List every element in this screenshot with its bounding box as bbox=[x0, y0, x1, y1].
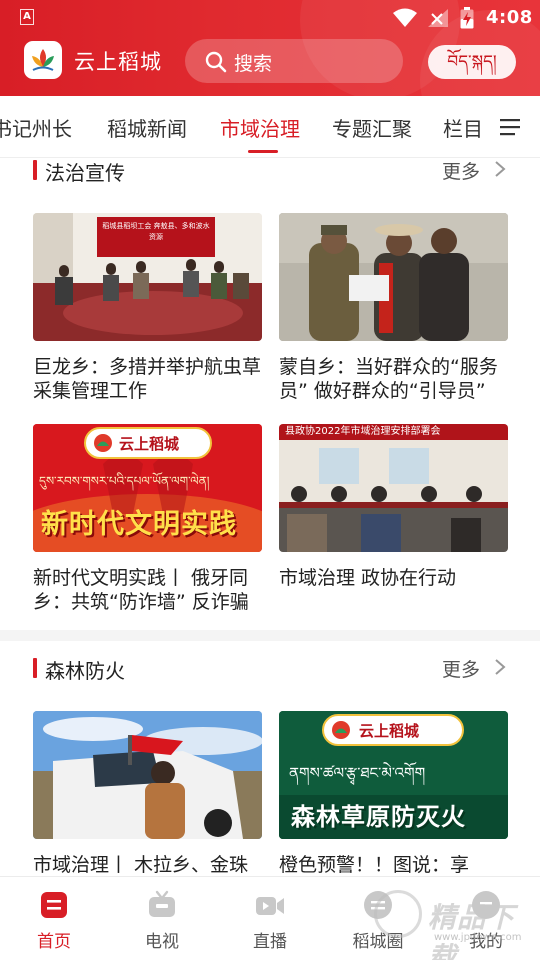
meeting-banner-text: 稻城县稻坝工会 奔敖县、多和波水资源 bbox=[102, 222, 210, 241]
nav-tv[interactable]: 电视 bbox=[108, 877, 216, 960]
signal-icon bbox=[428, 9, 448, 27]
news-caption[interactable]: 蒙自乡：当好群众的“服务员” 做好群众的“引导员” bbox=[279, 355, 508, 403]
wifi-icon bbox=[393, 8, 417, 27]
tab-daocheng-news[interactable]: 稻城新闻 bbox=[107, 113, 187, 142]
site-watermark: 精品下载 www.jpdown.com bbox=[372, 888, 540, 960]
status-bar: A 4:08 bbox=[0, 0, 540, 36]
news-card[interactable]: 云上稻城 ནགས་ཚལ་རྩྭ་ཐང་མེ་འགོག 森林草原防灭火 橙色预警！… bbox=[279, 711, 508, 901]
section-accent-bar bbox=[33, 160, 37, 180]
tv-icon bbox=[149, 890, 175, 917]
news-card[interactable]: 稻城县稻坝工会 奔敖县、多和波水资源 巨龙乡：多措并举护航虫草采集管理工作 bbox=[33, 213, 262, 403]
news-caption[interactable]: 市域治理 政协在行动 bbox=[279, 566, 508, 614]
battery-charging-icon bbox=[460, 7, 474, 29]
live-video-icon bbox=[256, 897, 284, 915]
section-header-legal: 法治宣传 更多 bbox=[0, 151, 540, 191]
search-icon bbox=[205, 51, 227, 73]
poster-tibetan-text: དུས་རབས་གསར་པའི་དཔལ་ཡོན་ལག་ལེན། bbox=[39, 474, 210, 488]
nav-live[interactable]: 直播 bbox=[216, 877, 324, 960]
news-card[interactable]: 市域治理丨 木拉乡、金珠镇开展 bbox=[33, 711, 262, 901]
news-thumbnail[interactable]: 云上稻城 དུས་རབས་གསར་པའི་དཔལ་ཡོན་ལག་ལེན། 新时代… bbox=[33, 424, 262, 552]
tab-city-governance[interactable]: 市域治理 bbox=[220, 113, 300, 142]
poster-logo-text: 云上稻城 bbox=[119, 435, 180, 453]
section-title: 森林防火 bbox=[45, 659, 125, 683]
field-visit-photo bbox=[279, 213, 508, 341]
watermark-url: www.jpdown.com bbox=[434, 932, 522, 943]
section-divider bbox=[0, 630, 540, 641]
section-header-forest-fire: 森林防火 更多 bbox=[0, 649, 540, 689]
search-placeholder: 搜索 bbox=[234, 53, 273, 75]
sim-icon: A bbox=[20, 9, 34, 25]
section-title: 法治宣传 bbox=[45, 161, 125, 185]
app-header: A 4:08 云上稻城 搜索 བོད་སྐད། bbox=[0, 0, 540, 96]
app-name: 云上稻城 bbox=[74, 50, 162, 74]
chevron-right-icon[interactable] bbox=[494, 658, 506, 676]
clock: 4:08 bbox=[486, 7, 533, 28]
menu-icon[interactable] bbox=[500, 118, 522, 136]
meeting-banner-text: 县政协2022年市域治理安排部署会 bbox=[285, 426, 441, 437]
news-thumbnail[interactable]: 县政协2022年市域治理安排部署会 bbox=[279, 424, 508, 552]
nav-label: 首页 bbox=[37, 932, 71, 952]
poster-title-text: 新时代文明实践 bbox=[41, 509, 237, 540]
poster-tibetan-text: ནགས་ཚལ་རྩྭ་ཐང་མེ་འགོག bbox=[289, 764, 426, 782]
news-card[interactable]: 云上稻城 དུས་རབས་གསར་པའི་དཔལ་ཡོན་ལག་ལེན། 新时代… bbox=[33, 424, 262, 614]
lotus-logo-icon bbox=[32, 49, 54, 71]
more-link[interactable]: 更多 bbox=[442, 655, 480, 682]
poster-title-text: 森林草原防灭火 bbox=[291, 803, 466, 831]
language-switch-button[interactable]: བོད་སྐད། bbox=[428, 45, 516, 79]
tab-topics[interactable]: 专题汇聚 bbox=[332, 113, 412, 142]
news-thumbnail[interactable] bbox=[279, 213, 508, 341]
nav-label: 直播 bbox=[253, 932, 287, 952]
tab-columns[interactable]: 栏目 bbox=[443, 113, 485, 142]
poster-logo-text: 云上稻城 bbox=[359, 722, 420, 740]
app-logo[interactable] bbox=[24, 41, 62, 79]
watermark-logo-icon bbox=[374, 890, 422, 938]
watermark-text: 精品下载 bbox=[428, 901, 516, 960]
patrol-vehicle-photo bbox=[33, 711, 262, 839]
cppcc-meeting-photo bbox=[279, 424, 508, 552]
news-card[interactable]: 蒙自乡：当好群众的“服务员” 做好群众的“引导员” bbox=[279, 213, 508, 403]
news-card[interactable]: 县政协2022年市域治理安排部署会 市域治理 政协在行动 bbox=[279, 424, 508, 614]
channel-tabs: 书记州长 稻城新闻 市域治理 专题汇聚 栏目 bbox=[0, 96, 540, 158]
news-caption[interactable]: 新时代文明实践丨 俄牙同乡：共筑“防诈墙” 反诈骗 bbox=[33, 566, 262, 614]
chevron-right-icon[interactable] bbox=[494, 160, 506, 178]
nav-home[interactable]: 首页 bbox=[0, 877, 108, 960]
news-thumbnail[interactable]: 云上稻城 ནགས་ཚལ་རྩྭ་ཐང་མེ་འགོག 森林草原防灭火 bbox=[279, 711, 508, 839]
news-thumbnail[interactable] bbox=[33, 711, 262, 839]
search-bar[interactable]: 搜索 bbox=[185, 39, 403, 83]
more-link[interactable]: 更多 bbox=[442, 157, 480, 184]
home-icon bbox=[41, 892, 67, 918]
section-accent-bar bbox=[33, 658, 37, 678]
nav-label: 电视 bbox=[145, 932, 179, 952]
news-caption[interactable]: 巨龙乡：多措并举护航虫草采集管理工作 bbox=[33, 355, 262, 403]
news-thumbnail[interactable]: 稻城县稻坝工会 奔敖县、多和波水资源 bbox=[33, 213, 262, 341]
tab-shuji-zhouzhang[interactable]: 书记州长 bbox=[0, 113, 84, 142]
